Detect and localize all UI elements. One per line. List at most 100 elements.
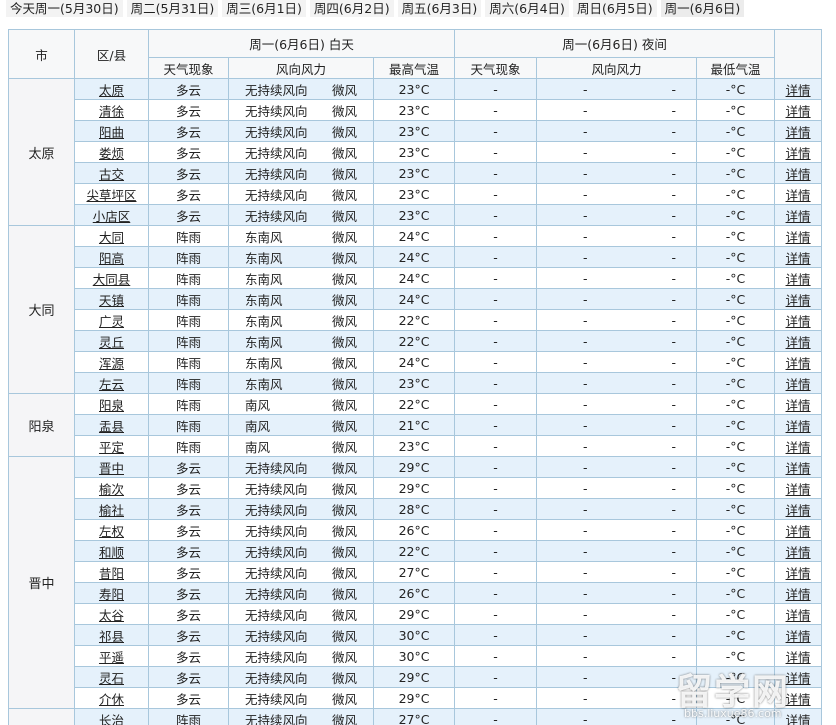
header-high: 最高气温 [372,57,456,79]
night-wind-group: -- [538,586,696,601]
district-link[interactable]: 晋中 [99,461,124,476]
night-wind-direction: - [583,333,588,349]
detail-link[interactable]: 详情 [786,461,811,476]
district-link[interactable]: 榆次 [99,482,124,497]
district-link[interactable]: 昔阳 [99,566,124,581]
district-link[interactable]: 清徐 [99,104,124,119]
day-wind-cell: 东南风 微风 [228,309,374,331]
detail-link[interactable]: 详情 [786,209,811,224]
district-link[interactable]: 尖草坪区 [86,188,136,203]
date-tab[interactable]: 周五(6月3日) [397,0,482,17]
detail-link[interactable]: 详情 [786,83,811,98]
district-link[interactable]: 左权 [99,524,124,539]
detail-link[interactable]: 详情 [786,650,811,665]
table-row: 平定 阵雨 南风 微风 23°C - - - -°C 详情 [9,435,823,457]
district-cell: 太原 [74,78,149,100]
district-link[interactable]: 阳高 [99,251,124,266]
district-link[interactable]: 祁县 [99,629,124,644]
day-wind-force: 微风 [331,271,357,287]
detail-link[interactable]: 详情 [786,629,811,644]
low-temp-cell: -°C [696,414,776,436]
day-wind-group: 南风 微风 [230,395,373,414]
detail-cell: 详情 [774,519,823,541]
district-link[interactable]: 盂县 [99,419,124,434]
detail-link[interactable]: 详情 [786,398,811,413]
district-link[interactable]: 灵丘 [99,335,124,350]
detail-link[interactable]: 详情 [786,272,811,287]
low-temp-cell: -°C [696,120,776,142]
detail-link[interactable]: 详情 [786,713,811,725]
detail-link[interactable]: 详情 [786,587,811,602]
detail-link[interactable]: 详情 [786,230,811,245]
detail-link[interactable]: 详情 [786,503,811,518]
detail-link[interactable]: 详情 [786,377,811,392]
detail-link[interactable]: 详情 [786,440,811,455]
low-temp-cell: -°C [696,498,776,520]
district-cell: 寿阳 [74,582,149,604]
date-tab[interactable]: 周三(6月1日) [222,0,306,17]
district-cell: 尖草坪区 [74,183,149,205]
table-row: 大同 大同 阵雨 东南风 微风 24°C - - - -°C 详情 [8,225,823,394]
date-tab[interactable]: 周六(6月4日) [485,0,569,17]
detail-link[interactable]: 详情 [786,335,811,350]
day-wind-group: 无持续风向 微风 [230,122,373,141]
district-link[interactable]: 阳泉 [99,398,124,413]
district-link[interactable]: 寿阳 [99,587,124,602]
detail-link[interactable]: 详情 [786,314,811,329]
detail-cell: 详情 [774,162,823,184]
detail-link[interactable]: 详情 [786,692,811,707]
detail-link[interactable]: 详情 [786,608,811,623]
district-link[interactable]: 阳曲 [99,125,124,140]
detail-link[interactable]: 详情 [786,566,811,581]
district-link[interactable]: 大同县 [93,272,131,287]
district-link[interactable]: 古交 [99,167,124,182]
detail-link[interactable]: 详情 [786,671,811,686]
district-link[interactable]: 长治 [99,713,124,725]
date-tab[interactable]: 周一(6月6日) [660,0,745,17]
detail-link[interactable]: 详情 [786,545,811,560]
district-link[interactable]: 广灵 [99,314,124,329]
detail-link[interactable]: 详情 [786,125,811,140]
detail-link[interactable]: 详情 [786,167,811,182]
table-row: 榆次 多云 无持续风向 微风 29°C - - - -°C 详情 [9,477,823,499]
detail-link[interactable]: 详情 [786,188,811,203]
detail-link[interactable]: 详情 [786,419,811,434]
detail-cell: 详情 [774,603,823,625]
date-tab[interactable]: 周二(5月31日) [126,0,219,17]
district-link[interactable]: 平定 [99,440,124,455]
detail-link[interactable]: 详情 [786,251,811,266]
district-link[interactable]: 平遥 [99,650,124,665]
district-link[interactable]: 榆社 [99,503,124,518]
night-wind-direction: - [583,522,588,538]
district-link[interactable]: 太谷 [99,608,124,623]
detail-link[interactable]: 详情 [786,482,811,497]
district-link[interactable]: 灵石 [99,671,124,686]
detail-link[interactable]: 详情 [786,104,811,119]
district-link[interactable]: 娄烦 [99,146,124,161]
day-weather-cell: 阵雨 [148,267,229,289]
night-wind-group: -- [538,565,696,580]
day-wind-cell: 无持续风向 微风 [228,687,374,709]
date-tab[interactable]: 周四(6月2日) [309,0,394,17]
detail-cell: 详情 [774,624,823,646]
district-link[interactable]: 介休 [99,692,124,707]
day-wind-force: 微风 [331,229,357,245]
low-temp-cell: -°C [696,603,776,625]
detail-link[interactable]: 详情 [786,146,811,161]
district-link[interactable]: 和顺 [99,545,124,560]
date-tab[interactable]: 今天周一(5月30日) [6,0,123,17]
day-wind-force: 微风 [331,376,357,392]
district-link[interactable]: 天镇 [99,293,124,308]
district-link[interactable]: 左云 [99,377,124,392]
district-link[interactable]: 大同 [99,230,124,245]
night-wind-force: - [671,417,677,433]
detail-link[interactable]: 详情 [786,356,811,371]
district-link[interactable]: 太原 [99,83,124,98]
date-tab[interactable]: 周日(6月5日) [572,0,657,17]
detail-link[interactable]: 详情 [786,524,811,539]
detail-link[interactable]: 详情 [786,293,811,308]
day-wind-direction: 无持续风向 [245,124,308,140]
district-link[interactable]: 浑源 [99,356,124,371]
district-link[interactable]: 小店区 [93,209,131,224]
table-row: 晋中 晋中 多云 无持续风向 微风 29°C - - - -°C 详情 [8,456,823,709]
